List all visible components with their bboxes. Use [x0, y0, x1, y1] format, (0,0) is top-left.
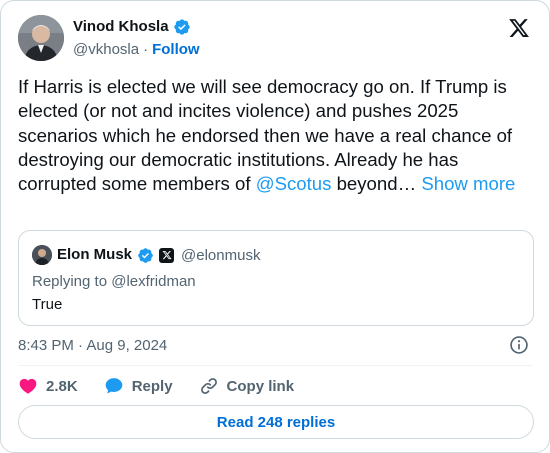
copy-link-label: Copy link [226, 377, 295, 395]
x-affiliation-badge-icon [159, 247, 175, 263]
quoted-text: True [32, 296, 63, 313]
quoted-tweet[interactable]: Elon Musk @elonmusk Replying to @lexfrid… [18, 230, 534, 326]
tweet-card: Vinod Khosla @vkhosla · Follow If Harris… [0, 0, 550, 453]
x-logo-icon[interactable] [508, 17, 530, 39]
quoted-avatar[interactable] [32, 245, 52, 265]
heart-icon [18, 376, 38, 396]
author-name-row: Vinod Khosla [73, 18, 191, 36]
action-bar: 2.8K Reply Copy link [18, 375, 320, 397]
quoted-author-handle: @elonmusk [181, 246, 261, 264]
quoted-header: Elon Musk @elonmusk [57, 246, 260, 264]
author-handle[interactable]: @vkhosla [73, 41, 139, 59]
divider [18, 365, 532, 366]
mention-link[interactable]: @Scotus [256, 173, 332, 194]
reply-button[interactable]: Reply [104, 376, 173, 396]
reply-label: Reply [131, 377, 173, 395]
verified-badge-icon [173, 18, 191, 36]
reply-bubble-icon [104, 376, 124, 396]
separator-dot: · [143, 41, 149, 58]
link-icon [199, 376, 219, 396]
author-name[interactable]: Vinod Khosla [73, 18, 169, 36]
verified-badge-icon [137, 247, 154, 264]
tweet-timestamp[interactable]: 8:43 PM · Aug 9, 2024 [18, 337, 167, 355]
author-handle-row: @vkhosla · Follow [73, 41, 200, 59]
like-button[interactable]: 2.8K [18, 376, 78, 396]
author-avatar[interactable] [18, 15, 64, 61]
tweet-text-tail: beyond… [331, 173, 422, 195]
like-count: 2.8K [46, 377, 78, 395]
follow-button[interactable]: Follow [152, 41, 200, 59]
copy-link-button[interactable]: Copy link [199, 376, 295, 396]
tweet-text: If Harris is elected we will see democra… [18, 75, 538, 196]
quoted-replying-to: Replying to @lexfridman [32, 273, 196, 290]
show-more-link[interactable]: Show more [421, 173, 515, 194]
quoted-author-name[interactable]: Elon Musk [57, 246, 132, 264]
read-replies-button[interactable]: Read 248 replies [18, 405, 534, 439]
info-icon[interactable] [509, 335, 529, 355]
